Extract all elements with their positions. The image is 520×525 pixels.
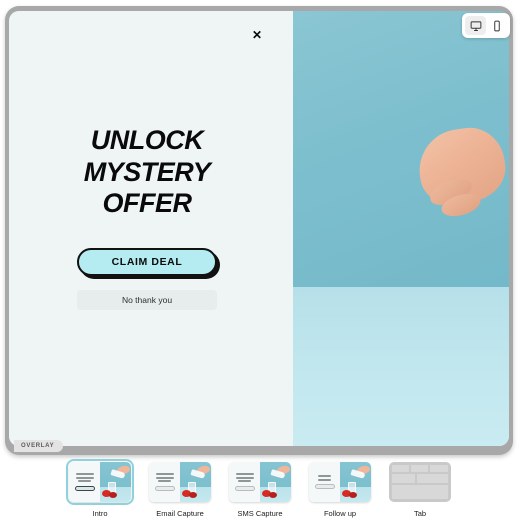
claim-deal-button[interactable]: CLAIM DEAL bbox=[77, 247, 217, 276]
overlay-content: UNLOCK MYSTERY OFFER CLAIM DEAL No thank… bbox=[9, 11, 285, 446]
device-toggle bbox=[462, 13, 510, 38]
thumbnail-label: Email Capture bbox=[156, 509, 204, 518]
step-thumbnail-intro[interactable]: Intro bbox=[66, 459, 134, 518]
thumbnail-label: Follow up bbox=[323, 509, 357, 518]
step-thumbnail-follow-up[interactable]: Follow up bbox=[309, 462, 371, 518]
thumbnail-text-side bbox=[309, 462, 340, 502]
headline-line-1: UNLOCK bbox=[90, 125, 204, 156]
close-icon[interactable]: ✕ bbox=[249, 27, 265, 43]
step-thumbnail-tab[interactable]: Tab bbox=[389, 462, 451, 518]
thumbnail-text-side bbox=[69, 462, 100, 502]
overlay-headline: UNLOCK MYSTERY OFFER bbox=[84, 125, 211, 220]
no-thank-you-button[interactable]: No thank you bbox=[77, 289, 217, 310]
headline-line-2: MYSTERY bbox=[83, 156, 211, 187]
thumbnail-text-side bbox=[149, 462, 180, 502]
thumbnail-preview bbox=[66, 459, 134, 505]
thumbnail-label: Tab bbox=[413, 509, 427, 518]
step-thumbnail-sms-capture[interactable]: SMS Capture bbox=[229, 462, 291, 518]
overlay-canvas: UNLOCK MYSTERY OFFER CLAIM DEAL No thank… bbox=[9, 11, 509, 446]
mobile-phone-icon[interactable] bbox=[486, 16, 507, 35]
thumbnail-photo-side bbox=[100, 462, 131, 502]
thumbnail-photo-side bbox=[260, 462, 291, 502]
thumbnail-photo-side bbox=[180, 462, 211, 502]
desktop-monitor-icon[interactable] bbox=[465, 16, 486, 35]
thumbnail-label: Intro bbox=[92, 509, 108, 518]
thumbnail-preview bbox=[229, 462, 291, 502]
thumbnail-placeholder bbox=[389, 462, 451, 502]
step-thumbnail-email-capture[interactable]: Email Capture bbox=[149, 462, 211, 518]
thumbnail-photo-side bbox=[340, 462, 371, 502]
thumbnail-preview bbox=[149, 462, 211, 502]
step-thumbnail-strip: Intro Email Capture SMS Capture Follow u… bbox=[0, 459, 520, 518]
thumbnail-label: SMS Capture bbox=[237, 509, 283, 518]
popup-editor-preview: UNLOCK MYSTERY OFFER CLAIM DEAL No thank… bbox=[0, 0, 520, 525]
overlay-type-badge: OVERLAY bbox=[14, 440, 64, 452]
thumbnail-preview bbox=[309, 462, 371, 502]
headline-line-3: OFFER bbox=[102, 188, 192, 219]
thumbnail-text-side bbox=[229, 462, 260, 502]
